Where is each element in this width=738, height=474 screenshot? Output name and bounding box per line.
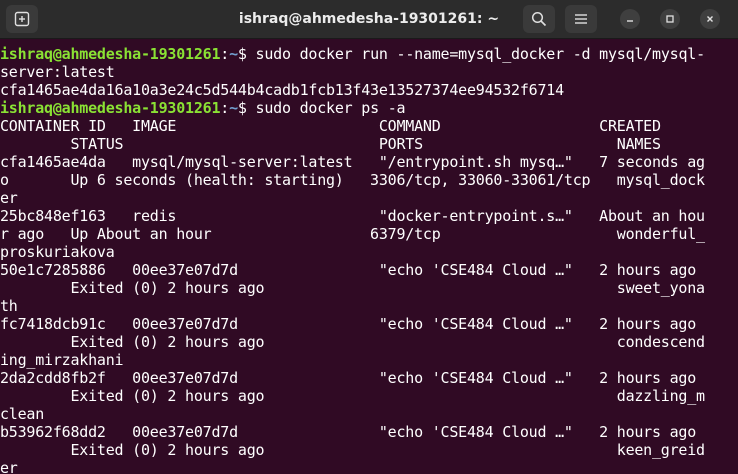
prompt-line: ishraq@ahmedesha-19301261:~$ sudo docker…: [0, 45, 738, 63]
output-line: 25bc848ef163 redis "docker-entrypoint.s……: [0, 207, 705, 225]
maximize-icon: [666, 15, 674, 23]
output-line: 2da2cdd8fb2f 00ee37e07d7d "echo 'CSE484 …: [0, 369, 697, 387]
output-line: CONTAINER ID IMAGE COMMAND CREATED: [0, 117, 661, 135]
prompt-separator: :: [220, 99, 230, 117]
maximize-button[interactable]: [660, 9, 680, 29]
close-button[interactable]: [700, 9, 720, 29]
output-line: STATUS PORTS NAMES: [0, 135, 661, 153]
output-line: Exited (0) 2 hours ago sweet_yona: [0, 279, 705, 297]
hamburger-menu-icon: [575, 14, 587, 24]
output-line: cfa1465ae4da16a10a3e24c5d544b4cadb1fcb13…: [0, 81, 564, 99]
output-line: Exited (0) 2 hours ago dazzling_m: [0, 387, 705, 405]
output-line: b53962f68dd2 00ee37e07d7d "echo 'CSE484 …: [0, 423, 697, 441]
output-line: server:latest: [0, 63, 115, 81]
output-line: er: [0, 459, 18, 474]
output-line: th: [0, 297, 18, 315]
menu-button[interactable]: [565, 5, 597, 33]
search-button[interactable]: [523, 5, 555, 33]
output-line: Exited (0) 2 hours ago keen_greid: [0, 441, 705, 459]
output-line: fc7418dcb91c 00ee37e07d7d "echo 'CSE484 …: [0, 315, 697, 333]
output-line: r ago Up About an hour 6379/tcp wonderfu…: [0, 225, 705, 243]
terminal-output[interactable]: ishraq@ahmedesha-19301261:~$ sudo docker…: [0, 39, 738, 474]
output-line: o Up 6 seconds (health: starting) 3306/t…: [0, 171, 705, 189]
prompt-path: ~: [229, 99, 238, 117]
output-line: ing_mirzakhani: [0, 351, 124, 369]
prompt-path: ~: [229, 45, 238, 63]
prompt-symbol: $: [237, 99, 256, 117]
title-bar: ishraq@ahmedesha-19301261: ~: [0, 0, 738, 39]
prompt-line: ishraq@ahmedesha-19301261:~$ sudo docker…: [0, 99, 738, 117]
output-line: er: [0, 189, 18, 207]
output-line: cfa1465ae4da mysql/mysql-server:latest "…: [0, 153, 705, 171]
new-tab-icon: [14, 11, 30, 27]
close-icon: [707, 16, 713, 22]
prompt-user-host: ishraq@ahmedesha-19301261: [0, 99, 221, 117]
minimize-icon: [627, 20, 633, 22]
output-line: clean: [0, 405, 45, 423]
output-line: proskuriakova: [0, 243, 115, 261]
command-text: sudo docker run --name=mysql_docker -d m…: [255, 45, 706, 63]
command-text: sudo docker ps -a: [255, 99, 406, 117]
output-line: 50e1c7285886 00ee37e07d7d "echo 'CSE484 …: [0, 261, 697, 279]
new-tab-button[interactable]: [6, 5, 38, 33]
prompt-symbol: $: [237, 45, 256, 63]
prompt-separator: :: [220, 45, 230, 63]
output-line: Exited (0) 2 hours ago condescend: [0, 333, 705, 351]
minimize-button[interactable]: [620, 9, 640, 29]
prompt-user-host: ishraq@ahmedesha-19301261: [0, 45, 221, 63]
search-icon: [531, 11, 547, 27]
